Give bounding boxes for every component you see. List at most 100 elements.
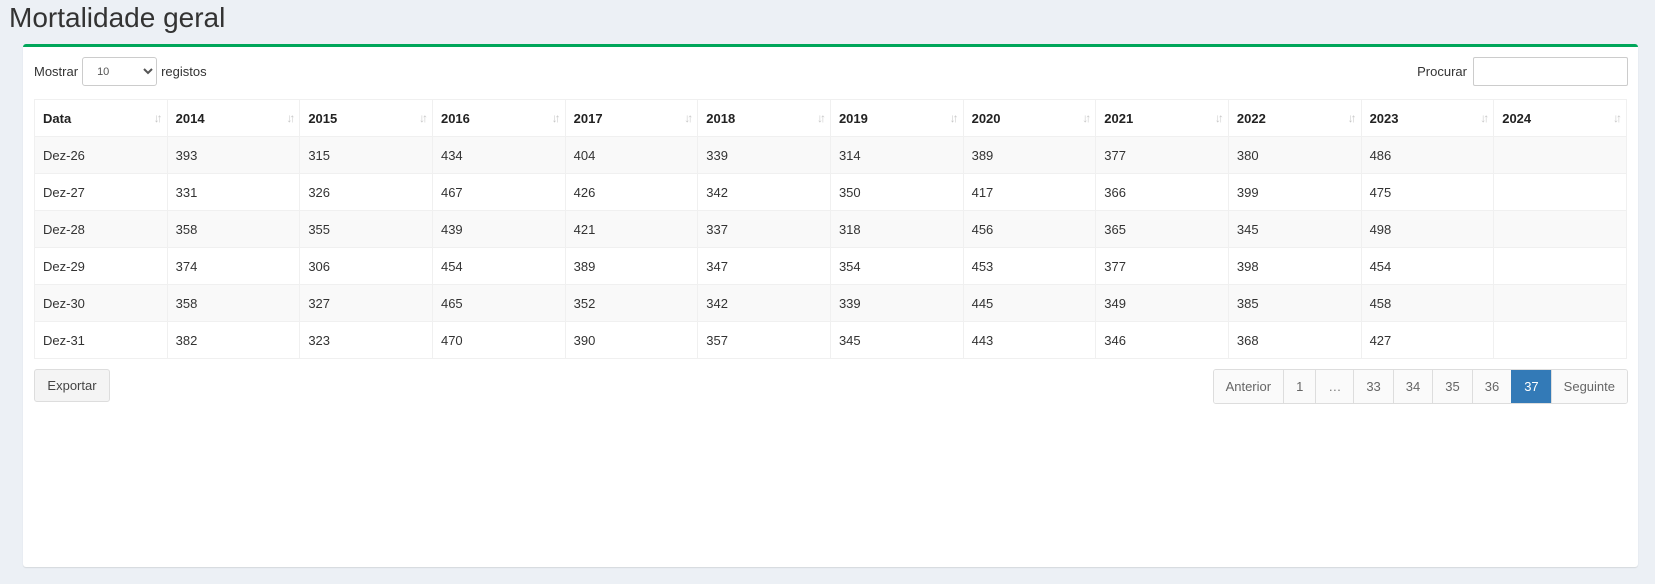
mortality-table: Data ↓↑ 2014 ↓↑ 2015 ↓↑ 2016 ↓↑ 2017 ↓↑ 2018 ↓↑ 2019… [34,99,1627,359]
table-row: Dez-28 358 355 439 421 337 318 456 365 345 498 [34,210,1627,248]
header-row: Data ↓↑ 2014 ↓↑ 2015 ↓↑ 2016 ↓↑ 2017 ↓↑ 2018 ↓↑ 2019… [34,99,1627,137]
table-cell: 315 [299,136,433,174]
table-cell: 445 [962,284,1097,322]
sort-arrows-icon: ↓↑ [1613,111,1622,125]
column-header-2018[interactable]: 2018 ↓↑ [697,99,831,137]
sort-arrows-icon: ↓↑ [153,111,163,125]
table-cell [1493,284,1627,322]
column-header-2016[interactable]: 2016 ↓↑ [431,99,566,137]
table-cell: 434 [431,136,566,174]
table-cell: 427 [1360,321,1495,359]
sort-arrows-icon: ↓↑ [418,111,428,125]
table-cell: 327 [299,284,433,322]
table-cell: Dez-26 [34,136,168,174]
table-cell: 465 [431,284,566,322]
pagination-next[interactable]: Seguinte [1550,370,1627,403]
table-cell: 346 [1095,321,1229,359]
table-controls: Mostrar 10 registos Procurar [34,57,1628,87]
table-cell: 486 [1360,136,1495,174]
column-header-2024[interactable]: 2024 ↓↑ [1493,99,1627,137]
column-header-label: 2022 [1236,110,1266,126]
column-header-2021[interactable]: 2021 ↓↑ [1095,99,1229,137]
column-header-label: 2018 [706,110,736,126]
sort-arrows-icon: ↓↑ [551,111,561,125]
column-header-2022[interactable]: 2022 ↓↑ [1227,99,1362,137]
table-body: Dez-26 393 315 434 404 339 314 389 377 380 486 Dez-… [34,136,1627,359]
column-header-2019[interactable]: 2019 ↓↑ [829,99,964,137]
table-cell: 475 [1360,173,1495,211]
table-cell: 454 [431,247,566,285]
page-title: Mortalidade geral [9,2,226,33]
table-cell: 358 [166,210,301,248]
table-cell: 349 [1095,284,1229,322]
table-cell: 385 [1227,284,1362,322]
column-header-2015[interactable]: 2015 ↓↑ [299,99,433,137]
table-cell: 454 [1360,247,1495,285]
column-header-label: 2014 [175,110,205,126]
table-cell: 366 [1095,173,1229,211]
table-cell: 458 [1360,284,1495,322]
sort-arrows-icon: ↓↑ [684,111,693,125]
table-row: Dez-30 358 327 465 352 342 339 445 349 385 458 [34,284,1627,322]
page-length-select[interactable]: 10 [82,57,158,86]
sort-arrows-icon: ↓↑ [1082,111,1091,125]
table-cell: 331 [166,173,301,211]
table-cell: Dez-28 [34,210,168,248]
table-cell: 443 [962,321,1097,359]
column-header-2017[interactable]: 2017 ↓↑ [564,99,699,137]
table-cell: 393 [166,136,301,174]
table-row: Dez-26 393 315 434 404 339 314 389 377 380 486 [34,136,1627,174]
table-cell [1493,136,1627,174]
records-label: registos [161,64,207,79]
table-cell: 345 [1227,210,1362,248]
sort-arrows-icon: ↓↑ [1480,111,1489,125]
column-header-2014[interactable]: 2014 ↓↑ [166,99,301,137]
table-cell: 342 [697,284,831,322]
show-label: Mostrar [34,64,79,79]
column-header-label: 2016 [440,110,470,126]
table-cell: 323 [299,321,433,359]
table-cell: 314 [829,136,964,174]
sort-arrows-icon: ↓↑ [1214,111,1224,125]
sort-arrows-icon: ↓↑ [949,111,959,125]
table-cell: 399 [1227,173,1362,211]
table-cell: 467 [431,173,566,211]
table-cell: 421 [564,210,699,248]
table-row: Dez-31 382 323 470 390 357 345 443 346 368 427 [34,321,1627,359]
table-cell: Dez-29 [34,247,168,285]
search-label: Procurar [1417,64,1467,79]
table-cell: 377 [1095,136,1229,174]
pagination-page-34[interactable]: 34 [1392,370,1433,403]
table-cell: 426 [564,173,699,211]
table-cell: Dez-30 [34,284,168,322]
table-cell [1493,173,1627,211]
column-header-data[interactable]: Data ↓↑ [34,99,168,137]
table-cell: 390 [564,321,699,359]
pagination-page-33[interactable]: 33 [1353,370,1393,403]
table-cell: 453 [962,247,1097,285]
pagination-page-36[interactable]: 36 [1471,370,1512,403]
search-input[interactable] [1473,57,1628,86]
column-header-label: Data [43,110,72,126]
pagination-page-37[interactable]: 37 [1511,370,1551,403]
export-button[interactable]: Exportar [34,369,110,402]
table-row: Dez-27 331 326 467 426 342 350 417 366 399 475 [34,173,1627,211]
table-cell: 404 [564,136,699,174]
pagination-page-1[interactable]: 1 [1283,370,1316,403]
table-cell [1493,210,1627,248]
table-cell: 368 [1227,321,1362,359]
table-cell: 339 [697,136,831,174]
column-header-2020[interactable]: 2020 ↓↑ [962,99,1097,137]
table-cell: 374 [166,247,301,285]
pagination-page-35[interactable]: 35 [1432,370,1472,403]
table-cell [1493,247,1627,285]
data-box: Mostrar 10 registos Procurar Data ↓↑ 2014 ↓… [23,44,1638,567]
search-control: Procurar [1417,57,1628,86]
table-cell: 456 [962,210,1097,248]
column-header-2023[interactable]: 2023 ↓↑ [1360,99,1495,137]
table-cell: 352 [564,284,699,322]
table-cell: 382 [166,321,301,359]
table-cell: 417 [962,173,1097,211]
table-cell: 398 [1227,247,1362,285]
pagination-prev[interactable]: Anterior [1213,370,1284,403]
